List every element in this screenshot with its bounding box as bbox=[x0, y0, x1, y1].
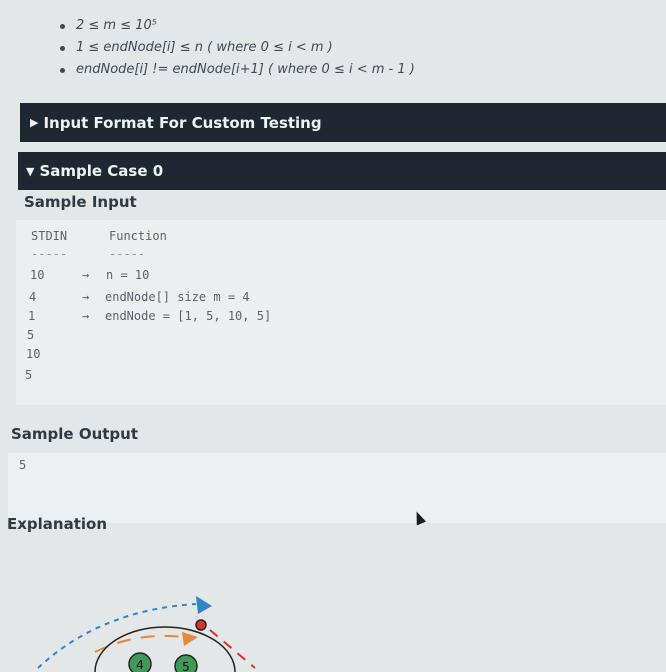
node-label: 5 bbox=[182, 660, 190, 672]
sample-output-box: 5 bbox=[8, 453, 666, 523]
stdin-value: 5 bbox=[25, 368, 33, 382]
custom-testing-label: Input Format For Custom Testing bbox=[43, 113, 322, 132]
function-text: endNode[] size m = 4 bbox=[105, 290, 250, 304]
arrow-icon: → bbox=[82, 268, 90, 282]
explanation-diagram: 4 5 bbox=[37, 596, 256, 672]
function-text: n = 10 bbox=[106, 268, 150, 282]
stdin-value: 5 bbox=[27, 328, 35, 342]
caret-down-icon: ▼ bbox=[26, 164, 35, 178]
sample-input-title: Sample Input bbox=[24, 193, 137, 211]
arrowhead-icon bbox=[196, 596, 212, 614]
custom-testing-toggle[interactable]: ▶ Input Format For Custom Testing bbox=[20, 103, 666, 142]
arrow-icon: → bbox=[82, 290, 90, 304]
sample-input-box: STDIN Function ----- ----- 10 → n = 10 4… bbox=[16, 220, 666, 405]
constraints-list: 2 ≤ m ≤ 10⁵ 1 ≤ endNode[i] ≤ n ( where 0… bbox=[36, 15, 415, 81]
sample-output-title: Sample Output bbox=[11, 425, 139, 443]
stdin-header: STDIN bbox=[31, 229, 68, 243]
stdin-value: 10 bbox=[26, 347, 41, 361]
divider-left: ----- bbox=[31, 247, 68, 261]
red-arc bbox=[209, 629, 256, 669]
start-marker-icon bbox=[195, 619, 207, 631]
node-label: 4 bbox=[136, 658, 144, 672]
constraint-item: 2 ≤ m ≤ 10⁵ bbox=[60, 15, 415, 37]
sample-case-toggle[interactable]: ▼ Sample Case 0 bbox=[18, 152, 666, 190]
output-value: 5 bbox=[19, 458, 27, 472]
divider-right: ----- bbox=[109, 247, 146, 261]
caret-right-icon: ▶ bbox=[30, 116, 39, 129]
arrowhead-icon bbox=[182, 632, 198, 646]
function-header: Function bbox=[109, 229, 167, 243]
explanation-title: Explanation bbox=[7, 515, 108, 533]
stdin-value: 1 bbox=[28, 309, 36, 323]
stdin-value: 10 bbox=[30, 268, 45, 282]
sample-case-label: Sample Case 0 bbox=[39, 162, 164, 180]
function-text: endNode = [1, 5, 10, 5] bbox=[105, 309, 272, 323]
constraint-item: endNode[i] != endNode[i+1] ( where 0 ≤ i… bbox=[60, 59, 415, 81]
arrow-icon: → bbox=[82, 309, 90, 323]
stdin-value: 4 bbox=[29, 290, 37, 304]
constraint-item: 1 ≤ endNode[i] ≤ n ( where 0 ≤ i < m ) bbox=[60, 37, 415, 59]
